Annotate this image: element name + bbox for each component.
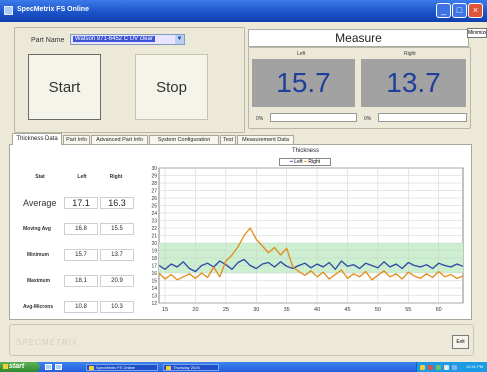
- taskbar-item-specmetrix[interactable]: SpecMetrix FS Online: [86, 364, 158, 371]
- chart-title: Thickness: [291, 148, 319, 154]
- x-tick-label: 30: [253, 307, 259, 313]
- y-tick-label: 23: [151, 218, 157, 224]
- minimize-app-button[interactable]: Minimize: [467, 28, 487, 38]
- right-measure-value: 13.7: [361, 59, 466, 107]
- tray-icon[interactable]: [436, 365, 441, 370]
- left-percent: 0%: [256, 116, 264, 122]
- y-tick-label: 13: [151, 293, 157, 299]
- x-tick-label: 60: [436, 307, 442, 313]
- measure-left-label: Left: [297, 51, 306, 57]
- browser-icon[interactable]: [45, 364, 52, 370]
- window-title: SpecMetrix FS Online: [17, 6, 89, 13]
- y-tick-label: 30: [151, 166, 157, 172]
- x-tick-label: 15: [162, 307, 168, 313]
- stat-right-value: 16.3: [100, 197, 134, 209]
- y-tick-label: 29: [151, 173, 157, 179]
- start-menu-button[interactable]: start: [0, 362, 40, 372]
- tray-icon[interactable]: [444, 365, 449, 370]
- x-tick-label: 50: [375, 307, 381, 313]
- y-tick-label: 25: [151, 203, 157, 209]
- stat-label: Minimum: [27, 252, 49, 258]
- y-tick-label: 17: [151, 263, 157, 269]
- thickness-chart: 1213141516171819202122232425262728293015…: [151, 166, 464, 313]
- tray-icon[interactable]: [428, 365, 433, 370]
- footer-panel: [9, 324, 474, 356]
- y-tick-label: 12: [151, 301, 157, 307]
- chevron-down-icon[interactable]: ▼: [175, 35, 184, 44]
- start-button[interactable]: Start: [28, 54, 101, 120]
- stop-button[interactable]: Stop: [135, 54, 208, 120]
- stat-left-value: 10.8: [64, 301, 98, 313]
- y-tick-label: 28: [151, 181, 157, 187]
- x-tick-label: 45: [344, 307, 350, 313]
- minimize-button[interactable]: _: [436, 3, 451, 18]
- x-tick-label: 35: [284, 307, 290, 313]
- exit-button[interactable]: Exit: [452, 335, 469, 349]
- left-header: Left: [77, 174, 87, 180]
- stat-right-value: 13.7: [100, 249, 134, 261]
- stat-left-value: 15.7: [64, 249, 98, 261]
- y-tick-label: 20: [151, 241, 157, 247]
- stat-left-value: 17.1: [64, 197, 98, 209]
- stat-left-value: 16.8: [64, 223, 98, 235]
- y-tick-label: 22: [151, 226, 157, 232]
- taskbar-item-label: SpecMetrix FS Online: [96, 365, 135, 370]
- y-tick-label: 21: [151, 233, 157, 239]
- y-tick-label: 19: [151, 248, 157, 254]
- brand-logo: SPECMETRIX: [16, 338, 79, 347]
- x-tick-label: 20: [192, 307, 198, 313]
- right-header: Right: [109, 174, 123, 180]
- app-icon: [4, 6, 13, 15]
- tray-icon[interactable]: [452, 365, 457, 370]
- y-tick-label: 15: [151, 278, 157, 284]
- explorer-icon[interactable]: [55, 364, 62, 370]
- stat-header: Stat: [35, 174, 45, 180]
- y-tick-label: 24: [151, 211, 157, 217]
- stat-left-value: 18.1: [64, 275, 98, 287]
- x-tick-label: 25: [223, 307, 229, 313]
- stat-right-value: 20.9: [100, 275, 134, 287]
- tab-thickness-data[interactable]: Thickness Data: [12, 133, 62, 145]
- y-tick-label: 14: [151, 286, 157, 292]
- taskbar-item-label: Thursday 2026: [173, 365, 200, 370]
- stat-right-value: 10.3: [100, 301, 134, 313]
- left-progress-bar: [270, 113, 357, 122]
- window-titlebar[interactable]: SpecMetrix FS Online: [0, 0, 487, 22]
- y-tick-label: 18: [151, 256, 157, 262]
- part-name-select[interactable]: Watson 971-6452 C UV clear ▼: [70, 34, 185, 45]
- x-tick-label: 40: [314, 307, 320, 313]
- close-button[interactable]: ×: [468, 3, 483, 18]
- y-tick-label: 26: [151, 196, 157, 202]
- y-tick-label: 16: [151, 271, 157, 277]
- stat-label: Average: [23, 198, 57, 208]
- right-progress-bar: [378, 113, 467, 122]
- y-tick-label: 27: [151, 188, 157, 194]
- part-name-label: Part Name: [31, 37, 65, 44]
- maximize-button[interactable]: □: [452, 3, 467, 18]
- stat-label: Moving Avg: [23, 226, 51, 232]
- left-measure-value: 15.7: [252, 59, 355, 107]
- right-percent: 0%: [364, 116, 372, 122]
- start-label: start: [9, 363, 25, 370]
- app-icon: [89, 366, 94, 370]
- measure-right-label: Right: [404, 51, 416, 57]
- taskbar-item-folder[interactable]: Thursday 2026: [163, 364, 219, 371]
- stat-label: Maximum: [27, 278, 51, 284]
- stat-right-value: 15.5: [100, 223, 134, 235]
- taskbar: [0, 362, 487, 372]
- windows-flag-icon: [3, 364, 8, 369]
- tray-icon[interactable]: [420, 365, 425, 370]
- clock: 12:41 PM: [466, 364, 484, 369]
- measure-title: Measure: [248, 29, 469, 47]
- stat-label: Avg-Microns: [23, 304, 54, 310]
- part-name-value: Watson 971-6452 C UV clear: [73, 36, 155, 42]
- x-tick-label: 55: [405, 307, 411, 313]
- folder-icon: [166, 366, 171, 370]
